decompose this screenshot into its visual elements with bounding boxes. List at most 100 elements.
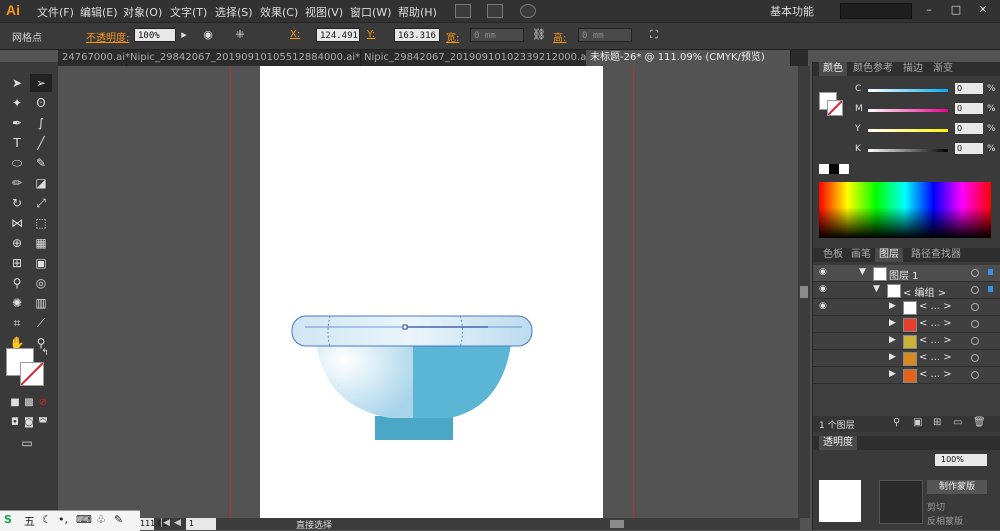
close-icon[interactable]: ✕ [972, 3, 994, 17]
pencil-tool-icon[interactable]: ✏ [6, 174, 28, 192]
artboard[interactable] [260, 66, 603, 518]
skin-icon[interactable]: ♧ [96, 513, 106, 526]
magic-wand-tool-icon[interactable]: ✦ [6, 94, 28, 112]
bowl-rim[interactable] [291, 315, 533, 347]
slider-m-value[interactable]: 0 [955, 103, 983, 114]
layer-name[interactable]: < 编组 > [903, 284, 946, 299]
blend-tool-icon[interactable]: ◎ [30, 274, 52, 292]
menu-window[interactable]: 窗口(W) [350, 4, 391, 20]
tab-transparency[interactable]: 透明度 [819, 436, 857, 450]
slice-tool-icon[interactable]: ⟋ [30, 314, 52, 332]
slider-m-track[interactable] [868, 109, 948, 112]
link-icon[interactable]: ⛓ [531, 28, 547, 42]
width-field[interactable]: 0 mm [470, 28, 524, 42]
width-label[interactable]: 宽: [446, 29, 459, 44]
draw-inside-icon[interactable]: ◚ [32, 414, 54, 432]
layer-row[interactable]: ◉ ▶ < ... > [813, 299, 1000, 316]
make-mask-button[interactable]: 制作蒙版 [927, 480, 987, 494]
prev-page-icon[interactable]: ◀ [174, 518, 181, 528]
target-icon[interactable] [971, 337, 979, 345]
target-icon[interactable] [971, 303, 979, 311]
none-mode-icon[interactable]: ⊘ [32, 394, 54, 412]
menu-edit[interactable]: 编辑(E) [80, 4, 118, 20]
first-page-icon[interactable]: |◀ [160, 518, 170, 528]
arrange-documents-icon[interactable] [487, 4, 503, 18]
line-tool-icon[interactable]: ╱ [30, 134, 52, 152]
tab-doc-2[interactable]: Nipic_29842067_20190910105512884000.ai* [126, 50, 361, 66]
artboard-tool-icon[interactable]: ⌗ [6, 314, 28, 332]
tab-pathfinder[interactable]: 路径查找器 [907, 248, 965, 262]
bowl-artwork[interactable] [260, 66, 603, 518]
eye-icon[interactable]: ◉ [819, 301, 827, 311]
swap-fill-stroke-icon[interactable]: ↰ [34, 344, 56, 362]
lasso-tool-icon[interactable]: ʘ [30, 94, 52, 112]
menu-object[interactable]: 对象(O) [123, 4, 162, 20]
locate-object-icon[interactable]: ⚲ [893, 417, 900, 428]
slider-k-value[interactable]: 0 [955, 143, 983, 154]
menu-type[interactable]: 文字(T) [170, 4, 207, 20]
zoom-field[interactable]: 111.09 [140, 518, 168, 530]
mesh-tool-icon[interactable]: ⊞ [6, 254, 28, 272]
wubi-icon[interactable]: 五 [24, 513, 35, 529]
expand-icon[interactable]: ▶ [889, 301, 896, 311]
perspective-grid-tool-icon[interactable]: ▦ [30, 234, 52, 252]
keyboard-icon[interactable]: ⌨ [76, 513, 92, 526]
horizontal-scrollbar[interactable] [430, 518, 800, 530]
expand-icon[interactable]: ▶ [889, 352, 896, 362]
vertical-scrollbar[interactable] [798, 66, 810, 518]
layer-row[interactable]: ◉ ▼ < 编组 > [813, 282, 1000, 299]
new-layer-icon[interactable]: ▭ [953, 417, 962, 428]
hscroll-thumb[interactable] [610, 520, 624, 528]
layer-name[interactable]: < ... > [919, 369, 952, 380]
height-label[interactable]: 高: [553, 29, 566, 44]
moon-icon[interactable]: ☾ [42, 513, 52, 526]
chevron-right-icon[interactable]: ▸ [176, 28, 192, 42]
opacity-label[interactable]: 不透明度: [86, 29, 129, 44]
tab-doc-active[interactable]: 未标题-26* @ 111.09% (CMYK/预览) [586, 50, 791, 66]
new-sublayer-icon[interactable]: ⊞ [933, 417, 941, 428]
opacity-field[interactable]: 100% [134, 28, 176, 42]
gradient-tool-icon[interactable]: ▣ [30, 254, 52, 272]
direct-selection-tool-icon[interactable]: ➢ [30, 74, 52, 92]
tab-swatches[interactable]: 色板 [819, 248, 847, 262]
layer-row[interactable]: ▶ < ... > [813, 367, 1000, 384]
target-icon[interactable] [971, 371, 979, 379]
tab-color[interactable]: 颜色 [819, 62, 847, 76]
ellipse-tool-icon[interactable]: ⬭ [6, 154, 28, 172]
layer-name[interactable]: 图层 1 [889, 267, 919, 282]
x-field[interactable]: 124.491 [316, 28, 360, 42]
punctuation-icon[interactable]: •, [58, 513, 68, 526]
tab-layers[interactable]: 图层 [875, 248, 903, 262]
transform-icon[interactable]: ⛶ [646, 28, 662, 42]
tab-gradient[interactable]: 渐变 [929, 62, 957, 76]
layer-row[interactable]: ▶ < ... > [813, 350, 1000, 367]
target-icon[interactable] [971, 286, 979, 294]
expand-icon[interactable]: ▶ [889, 369, 896, 379]
height-field[interactable]: 0 mm [578, 28, 632, 42]
clip-checkbox[interactable]: 剪切 [927, 500, 945, 513]
tab-stroke[interactable]: 描边 [899, 62, 927, 76]
width-tool-icon[interactable]: ⋈ [6, 214, 28, 232]
reference-point-icon[interactable]: ⁜ [232, 28, 248, 42]
layer-name[interactable]: < ... > [919, 335, 952, 346]
layer-row[interactable]: ◉ ▼ 图层 1 [813, 265, 1000, 282]
scale-tool-icon[interactable]: ⤢ [30, 194, 52, 212]
scroll-thumb[interactable] [800, 286, 808, 298]
recolor-icon[interactable]: ◉ [200, 28, 216, 42]
expand-icon[interactable]: ▶ [889, 318, 896, 328]
minimize-icon[interactable]: – [918, 3, 940, 17]
slider-y-track[interactable] [868, 129, 948, 132]
paintbrush-tool-icon[interactable]: ✎ [30, 154, 52, 172]
settings-icon[interactable]: ✎ [114, 513, 123, 526]
quick-swatches[interactable] [819, 164, 849, 174]
expand-icon[interactable]: ▼ [859, 267, 866, 277]
transparency-opacity-field[interactable]: 100% [935, 454, 987, 466]
symbol-sprayer-tool-icon[interactable]: ✺ [6, 294, 28, 312]
eye-icon[interactable]: ◉ [819, 267, 827, 277]
expand-icon[interactable]: ▼ [873, 284, 880, 294]
layer-name[interactable]: < ... > [919, 318, 952, 329]
pen-tool-icon[interactable]: ✒ [6, 114, 28, 132]
layer-name[interactable]: < ... > [919, 301, 952, 312]
maximize-icon[interactable]: □ [945, 3, 967, 17]
layer-row[interactable]: ▶ < ... > [813, 333, 1000, 350]
